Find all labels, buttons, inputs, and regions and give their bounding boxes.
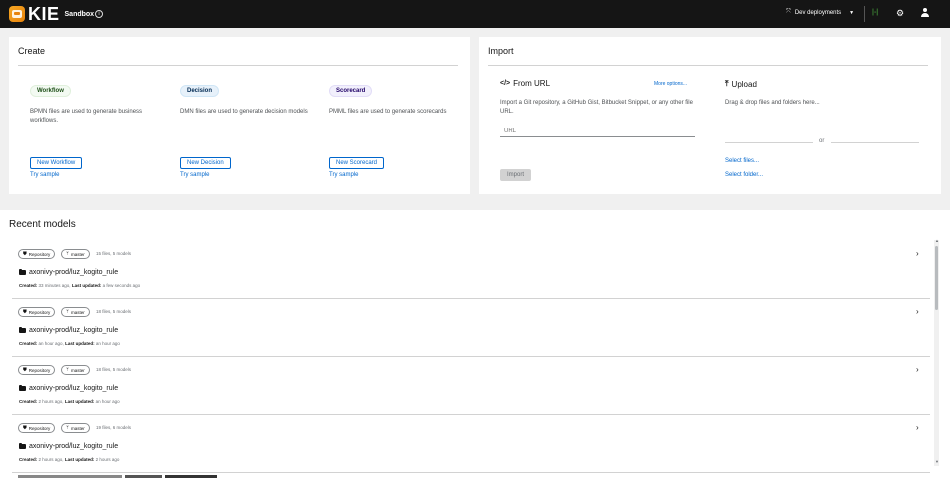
create-card: Create Workflow BPMN files are used to g… (9, 37, 470, 194)
branch-chip: ᛘ master (61, 249, 90, 259)
upload-title: Upload (731, 79, 757, 89)
workflow-description: BPMN files are used to generate business… (30, 109, 143, 124)
more-options-link[interactable]: More options... (654, 81, 687, 87)
branch-chip: ᛘ master (61, 365, 90, 375)
kie-sandbox-logo[interactable]: KIE Sandbox (9, 5, 94, 23)
from-url-description: Import a Git repository, a GitHub Gist, … (500, 100, 693, 115)
repository-chip: ⛊ Repository (18, 365, 56, 375)
repository-icon: ⛊ (23, 367, 27, 373)
scroll-down-icon[interactable]: ▼ (935, 459, 939, 464)
folder-icon (19, 384, 26, 391)
try-sample-decision-link[interactable]: Try sample (180, 172, 209, 178)
repository-chip: ⛊ Repository (18, 307, 56, 317)
import-card: Import </> From URL More options... Impo… (479, 37, 941, 194)
repository-icon: ⛊ (23, 309, 27, 315)
recent-models-section: Recent models ⛊ Repository ᛘ master 15 fil… (0, 210, 950, 478)
select-folder-link[interactable]: Select folder... (725, 172, 763, 178)
upload-description: Drag & drop files and folders here... (725, 100, 820, 106)
scorecard-description: PMML files are used to generate scorecar… (329, 109, 447, 115)
list-item[interactable]: ⛊ Repository ᛘ master 15 files, 5 models a… (12, 242, 930, 299)
model-meta: Created: 2 hours ago, Last updated: 2 ho… (19, 457, 120, 462)
files-count: 18 files, 5 models (96, 367, 132, 372)
decision-column: Decision DMN files are used to generate … (180, 79, 310, 117)
kie-logo-icon (9, 6, 25, 22)
or-divider-right (831, 142, 919, 143)
files-count: 19 files, 6 models (96, 425, 132, 430)
chevron-right-icon[interactable]: › (916, 249, 919, 258)
try-sample-workflow-link[interactable]: Try sample (30, 172, 59, 178)
scorecard-badge: Scorecard (329, 85, 373, 97)
dev-deployments-dropdown[interactable]: ⤧ Dev deployments ▼ (786, 9, 854, 16)
model-meta: Created: 2 hours ago, Last updated: an h… (19, 399, 120, 404)
dev-deployments-label: Dev deployments (794, 9, 842, 16)
new-decision-button[interactable]: New Decision (180, 157, 231, 169)
model-name: axonivy-prod/luz_kogito_rule (19, 384, 118, 392)
branch-icon: ᛘ (66, 367, 70, 373)
workflow-badge: Workflow (30, 85, 71, 97)
folder-icon (19, 442, 26, 449)
chevron-right-icon[interactable]: › (916, 365, 919, 374)
masthead: KIE Sandbox i ⤧ Dev deployments ▼ |-| ⚙ (0, 0, 950, 28)
chevron-right-icon[interactable]: › (916, 423, 919, 432)
select-files-link[interactable]: Select files... (725, 158, 759, 164)
import-button[interactable]: Import (500, 169, 532, 181)
list-item[interactable]: ⛊ Repository ᛘ master 18 files, 5 models a… (12, 300, 930, 357)
scrollbar-thumb[interactable] (935, 246, 938, 310)
url-input[interactable] (500, 125, 695, 137)
caret-down-icon: ▼ (849, 9, 855, 16)
branch-icon: ᛘ (66, 309, 70, 315)
rocket-icon: ⤧ (786, 9, 791, 15)
info-icon[interactable]: i (95, 10, 103, 18)
branch-icon: ᛘ (66, 251, 70, 257)
decision-description: DMN files are used to generate decision … (180, 109, 308, 115)
scroll-up-icon[interactable]: ▲ (935, 238, 939, 243)
create-title: Create (18, 46, 46, 56)
model-name: axonivy-prod/luz_kogito_rule (19, 442, 118, 450)
list-item[interactable]: ⛊ Repository ᛘ master 19 files, 6 models a… (12, 416, 930, 473)
list-item[interactable]: ⛊ Repository ᛘ master 18 files, 5 models a… (12, 358, 930, 415)
code-icon: </> (500, 80, 511, 87)
repository-icon: ⛊ (23, 251, 27, 257)
folder-icon (19, 326, 26, 333)
or-divider-left (725, 142, 813, 143)
branch-icon: ᛘ (66, 425, 70, 431)
recent-models-list: ⛊ Repository ᛘ master 15 files, 5 models a… (12, 242, 930, 474)
upload-icon: ⤒ (725, 79, 729, 88)
new-workflow-button[interactable]: New Workflow (30, 157, 83, 169)
workflow-column: Workflow BPMN files are used to generate… (30, 79, 160, 125)
upload-heading: ⤒ Upload (725, 79, 757, 89)
from-url-title: From URL (513, 79, 551, 88)
import-title: Import (488, 46, 514, 56)
plug-icon[interactable]: |-| (872, 9, 878, 16)
repository-chip: ⛊ Repository (18, 423, 56, 433)
user-icon[interactable] (920, 8, 930, 18)
masthead-separator (864, 6, 865, 22)
files-count: 15 files, 5 models (96, 251, 132, 256)
branch-chip: ᛘ master (61, 423, 90, 433)
repository-chip: ⛊ Repository (18, 249, 56, 259)
decision-badge: Decision (180, 85, 220, 97)
scorecard-column: Scorecard PMML files are used to generat… (329, 79, 459, 117)
repository-icon: ⛊ (23, 425, 27, 431)
branch-chip: ᛘ master (61, 307, 90, 317)
recent-models-title: Recent models (9, 219, 76, 230)
or-text: or (819, 138, 825, 144)
files-count: 18 files, 5 models (96, 309, 132, 314)
from-url-heading: </> From URL (500, 79, 550, 88)
model-meta: Created: 33 minutes ago, Last updated: a… (19, 283, 141, 288)
import-divider (488, 65, 928, 66)
gear-icon[interactable]: ⚙ (896, 8, 904, 19)
model-name: axonivy-prod/luz_kogito_rule (19, 268, 118, 276)
model-name: axonivy-prod/luz_kogito_rule (19, 326, 118, 334)
new-scorecard-button[interactable]: New Scorecard (329, 157, 385, 169)
folder-icon (19, 268, 26, 275)
try-sample-scorecard-link[interactable]: Try sample (329, 172, 358, 178)
model-meta: Created: an hour ago, Last updated: an h… (19, 341, 120, 346)
chevron-right-icon[interactable]: › (916, 307, 919, 316)
create-divider (18, 65, 458, 66)
logo-text: KIE (28, 4, 60, 24)
logo-subtitle: Sandbox (64, 10, 95, 18)
